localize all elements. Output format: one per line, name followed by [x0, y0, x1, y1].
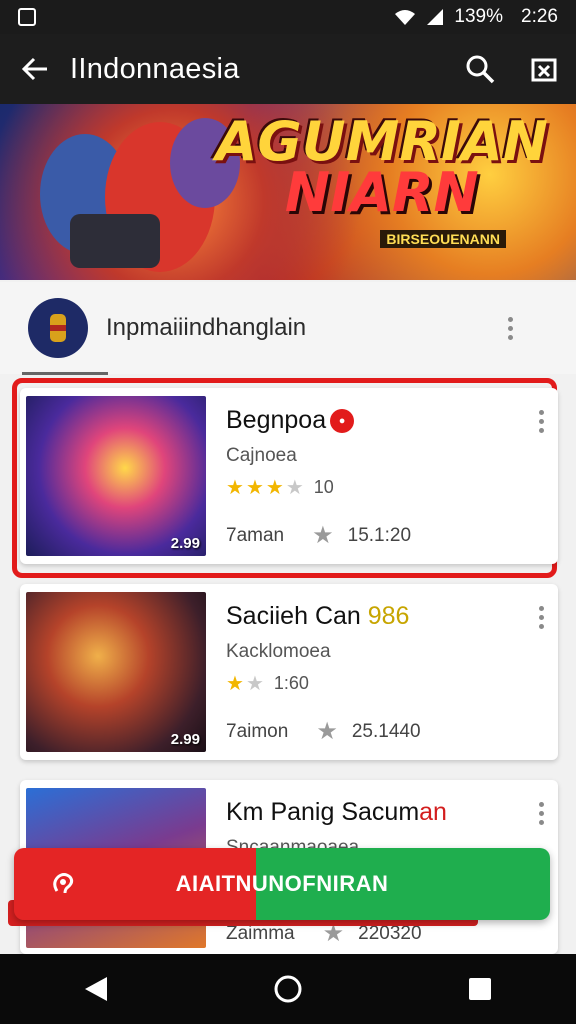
star-icon: ★: [226, 477, 244, 499]
card-subtitle: Kacklomoea: [226, 641, 331, 662]
card-more-button[interactable]: [539, 802, 544, 825]
hot-badge-icon: ●: [330, 409, 355, 434]
action-button[interactable]: AIAITNUNOFNIRAN: [14, 848, 550, 920]
rating-count: 10: [313, 477, 334, 497]
nav-back-button[interactable]: [66, 959, 126, 1019]
system-nav-bar: [0, 954, 576, 1024]
star-icon: ★: [245, 673, 264, 695]
back-arrow-icon: [21, 57, 47, 81]
star-icon: ★: [285, 477, 304, 499]
nav-recents-icon: [469, 978, 491, 1000]
signal-icon: [427, 9, 444, 25]
card-footer-label: 7aman: [226, 524, 285, 546]
banner-title: AGUMRIAN NIARN: [215, 110, 548, 225]
card-rating: ★ ★ ★ ★ 10: [226, 475, 558, 500]
thumbnail-badge: 2.99: [170, 535, 200, 552]
section-divider: [22, 372, 108, 375]
game-thumbnail: 2.99: [26, 592, 206, 752]
status-bar: 139% 2:26: [0, 0, 576, 34]
rating-count: 1:60: [273, 673, 309, 693]
banner-robot-art: [70, 214, 160, 268]
section-header: Inpmaiiindhanglain: [0, 282, 576, 374]
search-button[interactable]: [448, 34, 512, 104]
section-more-button[interactable]: [490, 308, 530, 348]
game-card[interactable]: 2.99 Saciieh Can 986 Kacklomoea ★ ★ 1:60 …: [20, 584, 558, 760]
card-footer-label: 7aimon: [226, 720, 289, 742]
clock: 2:26: [521, 6, 558, 27]
notification-icon: [18, 8, 36, 26]
banner-subtitle: BIRSEOUENANN: [380, 230, 506, 248]
card-title: Begnpoa ●: [226, 406, 558, 435]
wifi-icon: [395, 10, 416, 25]
nav-recents-button[interactable]: [450, 959, 510, 1019]
page-title: IIndonnaesia: [70, 52, 240, 85]
star-icon: ★: [265, 477, 284, 499]
share-button[interactable]: [512, 34, 576, 104]
card-footer-value: 15.1:20: [347, 524, 412, 546]
nav-home-icon: [274, 975, 302, 1003]
nav-home-button[interactable]: [258, 959, 318, 1019]
banner-title-line1: AGUMRIAN: [215, 110, 548, 173]
game-card[interactable]: 2.99 Begnpoa ● Cajnoea ★ ★ ★ ★ 10 7aman ★ 15…: [20, 388, 558, 564]
card-title: Km Panig Sacuman: [226, 798, 447, 826]
nav-back-icon: [85, 977, 107, 1001]
section-title: Inpmaiiindhanglain: [106, 314, 307, 341]
star-icon: ★: [316, 718, 338, 745]
banner-title-line2: NIARN: [284, 161, 479, 225]
back-button[interactable]: [0, 34, 70, 104]
card-more-button[interactable]: [539, 606, 544, 629]
card-footer-value: 25.1440: [351, 720, 421, 742]
app-bar: IIndonnaesia: [0, 34, 576, 104]
section-logo-icon: [28, 298, 88, 358]
star-icon: ★: [245, 477, 264, 499]
coin-icon: [50, 314, 66, 342]
search-icon: [466, 55, 495, 84]
card-rating: ★ ★ 1:60: [226, 671, 558, 696]
thumbnail-badge: 2.99: [170, 731, 200, 748]
card-subtitle: Cajnoea: [226, 445, 297, 466]
battery-level: 139%: [454, 6, 504, 27]
game-thumbnail: 2.99: [26, 396, 206, 556]
share-icon: [531, 58, 557, 82]
card-more-button[interactable]: [539, 410, 544, 433]
star-icon: ★: [226, 673, 244, 695]
promo-banner[interactable]: AGUMRIAN NIARN BIRSEOUENANN: [0, 104, 576, 280]
card-title: Saciieh Can 986: [226, 602, 410, 630]
star-icon: ★: [312, 522, 334, 549]
action-button-label: AIAITNUNOFNIRAN: [175, 871, 389, 896]
